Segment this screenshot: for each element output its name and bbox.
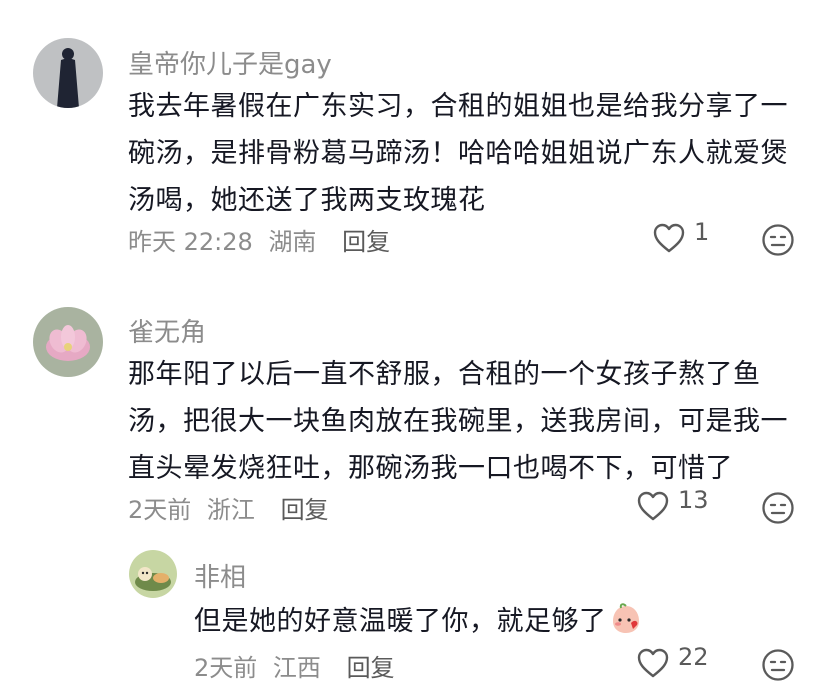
commenter-name[interactable]: 雀无角: [128, 312, 206, 349]
avatar[interactable]: [129, 550, 177, 598]
reply-text-row: 但是她的好意温暖了你，就足够了: [194, 598, 643, 645]
comment-location: 浙江: [206, 496, 255, 524]
meh-face-icon: [762, 649, 794, 681]
reply-button[interactable]: 回复: [342, 228, 390, 256]
dislike-button[interactable]: [761, 491, 795, 525]
avatar-image: [129, 550, 177, 598]
like-button[interactable]: 22: [636, 643, 709, 679]
comment-text: 我去年暑假在广东实习，合租的姐姐也是给我分享了一碗汤，是排骨粉葛马蹄汤！哈哈哈姐…: [128, 91, 788, 216]
like-count: 1: [694, 218, 710, 246]
avatar-image: [33, 38, 103, 108]
like-button[interactable]: 13: [636, 486, 709, 522]
like-count: 13: [678, 486, 709, 514]
avatar-image: [33, 307, 103, 377]
comment-meta: 2天前 浙江 回复: [128, 490, 329, 525]
reply-button[interactable]: 回复: [347, 654, 395, 682]
avatar[interactable]: [33, 38, 103, 108]
blushing-peach-emoji: [609, 602, 643, 636]
comment-time: 昨天 22:28: [128, 228, 253, 256]
dislike-button[interactable]: [761, 223, 795, 257]
avatar[interactable]: [33, 307, 103, 377]
meh-face-icon: [762, 492, 794, 524]
comment-text: 那年阳了以后一直不舒服，合租的一个女孩子熬了鱼汤，把很大一块鱼肉放在我碗里，送我…: [128, 359, 788, 484]
dislike-button[interactable]: [761, 648, 795, 682]
reply-button[interactable]: 回复: [281, 496, 329, 524]
comment-time: 2天前: [194, 654, 258, 682]
comment-time: 2天前: [128, 496, 192, 524]
comment-text: 但是她的好意温暖了你，就足够了: [194, 606, 607, 637]
comment-location: 江西: [272, 654, 321, 682]
like-count: 22: [678, 643, 709, 671]
heart-outline-icon: [653, 223, 685, 253]
comment-meta: 2天前 江西 回复: [194, 648, 395, 683]
like-button[interactable]: 1: [652, 218, 709, 254]
commenter-name[interactable]: 皇帝你儿子是gay: [128, 44, 332, 81]
meh-face-icon: [762, 224, 794, 256]
comment-meta: 昨天 22:28 湖南 回复: [128, 222, 390, 257]
comment-location: 湖南: [268, 228, 317, 256]
heart-outline-icon: [637, 648, 669, 678]
heart-outline-icon: [637, 491, 669, 521]
commenter-name[interactable]: 非相: [194, 557, 246, 594]
